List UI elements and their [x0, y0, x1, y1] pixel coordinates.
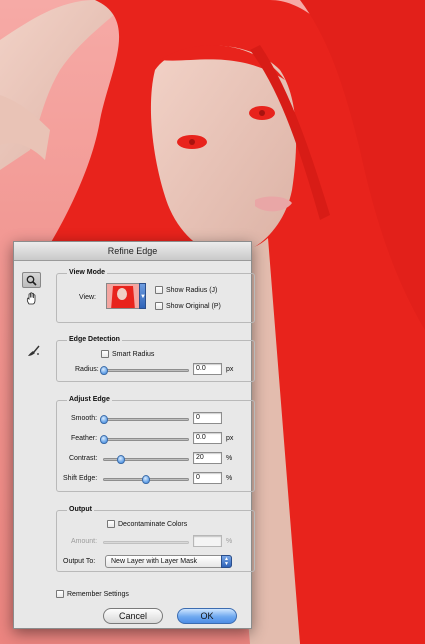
decontaminate-colors-box[interactable] [107, 520, 115, 528]
contrast-slider-knob[interactable] [116, 455, 125, 464]
contrast-label: Contrast: [69, 455, 98, 462]
output-title: Output [67, 506, 94, 513]
output-group: Output Decontaminate Colors Amount: % Ou… [56, 506, 255, 572]
show-radius-checkbox[interactable]: Show Radius (J) [155, 286, 217, 294]
output-to-select[interactable]: New Layer with Layer Mask ▲ ▼ [105, 555, 232, 568]
smooth-slider-knob[interactable] [100, 415, 108, 424]
feather-slider[interactable] [100, 435, 189, 444]
shift-edge-slider[interactable] [103, 475, 189, 484]
view-label: View: [79, 294, 96, 301]
zoom-tool-button[interactable] [22, 272, 41, 288]
smart-radius-label: Smart Radius [112, 350, 155, 358]
show-original-checkbox[interactable]: Show Original (P) [155, 302, 221, 310]
hand-tool-button[interactable] [22, 290, 41, 306]
edge-detection-title: Edge Detection [67, 336, 122, 343]
output-to-label: Output To: [63, 558, 96, 565]
contrast-unit: % [226, 455, 233, 462]
smart-radius-box[interactable] [101, 350, 109, 358]
refine-edge-dialog: Refine Edge View Mode View: ▼ Show Radiu… [13, 241, 255, 629]
amount-slider[interactable] [103, 541, 189, 544]
show-original-label: Show Original (P) [166, 302, 221, 310]
view-mode-group: View Mode View: ▼ Show Radius (J) Show O… [56, 269, 255, 323]
feather-slider-knob[interactable] [100, 435, 108, 444]
output-to-value: New Layer with Layer Mask [111, 558, 197, 565]
show-radius-box[interactable] [155, 286, 163, 294]
adjust-edge-title: Adjust Edge [67, 396, 112, 403]
show-radius-label: Show Radius (J) [166, 286, 218, 294]
feather-unit: px [226, 435, 234, 442]
remember-settings-checkbox[interactable]: Remember Settings [56, 590, 129, 598]
smooth-input[interactable]: 0 [193, 412, 222, 424]
cancel-button[interactable]: Cancel [103, 608, 163, 624]
chevron-updown-icon: ▲ ▼ [221, 555, 232, 568]
ok-button[interactable]: OK [177, 608, 237, 624]
view-preview-icon [107, 284, 139, 308]
contrast-input[interactable]: 20 [193, 452, 222, 464]
radius-slider-knob[interactable] [100, 366, 108, 375]
remember-settings-box[interactable] [56, 590, 64, 598]
shift-edge-input[interactable]: 0 [193, 472, 222, 484]
radius-label: Radius: [75, 366, 99, 373]
amount-input[interactable] [193, 535, 222, 547]
refine-brush-icon [28, 345, 40, 356]
smooth-label: Smooth: [71, 415, 98, 422]
remember-settings-label: Remember Settings [67, 590, 129, 598]
show-original-box[interactable] [155, 302, 163, 310]
shift-edge-slider-knob[interactable] [142, 475, 150, 484]
edge-detection-group: Edge Detection Smart Radius Radius: 0.0 … [56, 336, 255, 382]
hand-icon [26, 291, 35, 304]
feather-label: Feather: [71, 435, 98, 442]
decontaminate-colors-label: Decontaminate Colors [118, 520, 188, 528]
radius-input[interactable]: 0.0 [193, 363, 222, 375]
shift-edge-unit: % [226, 475, 233, 482]
tool-column [22, 272, 44, 308]
view-mode-thumbnail[interactable] [106, 283, 140, 309]
shift-edge-label: Shift Edge: [63, 475, 98, 482]
radius-unit: px [226, 366, 234, 373]
feather-input[interactable]: 0.0 [193, 432, 222, 444]
view-mode-title: View Mode [67, 269, 108, 276]
refine-radius-brush-button[interactable] [24, 342, 44, 360]
contrast-slider[interactable] [103, 455, 189, 464]
magnifier-icon [26, 275, 37, 286]
smooth-slider[interactable] [100, 415, 189, 424]
amount-unit: % [226, 538, 233, 545]
amount-label: Amount: [71, 538, 98, 545]
adjust-edge-group: Adjust Edge Smooth: 0 Feather: 0.0 px Co… [56, 396, 255, 492]
smart-radius-checkbox[interactable]: Smart Radius [101, 350, 154, 358]
view-mode-dropdown-arrow[interactable]: ▼ [139, 283, 146, 309]
radius-slider[interactable] [100, 366, 189, 375]
decontaminate-colors-checkbox[interactable]: Decontaminate Colors [107, 520, 187, 528]
dialog-title: Refine Edge [14, 242, 251, 261]
